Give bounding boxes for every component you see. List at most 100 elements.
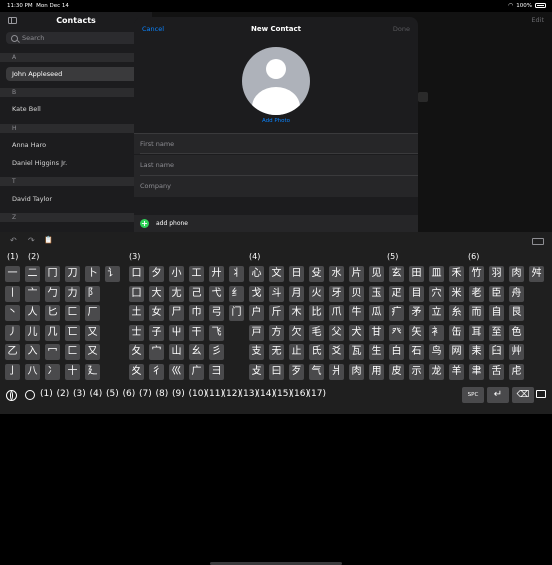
radical-key[interactable]: 爪 <box>329 305 344 321</box>
radical-key[interactable]: 艮 <box>509 305 524 321</box>
radical-key[interactable]: 匚 <box>65 344 80 360</box>
radical-key[interactable]: 纟 <box>229 285 244 302</box>
redo-icon[interactable]: ↷ <box>28 236 35 245</box>
radical-key[interactable]: 匚 <box>65 305 80 321</box>
radical-key[interactable]: 山 <box>169 344 184 360</box>
radical-key[interactable]: 网 <box>449 344 464 360</box>
radical-key[interactable]: 匕 <box>45 305 60 321</box>
radical-key[interactable]: 毛 <box>309 324 324 341</box>
number-key[interactable]: (9) <box>172 389 185 399</box>
radical-key[interactable]: 鸟 <box>429 344 444 360</box>
number-key[interactable]: (17) <box>308 389 326 399</box>
radical-key[interactable]: 米 <box>449 285 464 302</box>
radical-key[interactable]: 工 <box>189 266 204 282</box>
radical-key[interactable]: 耳 <box>469 324 484 341</box>
radical-key[interactable]: 巾 <box>189 305 204 321</box>
radical-key[interactable]: 羊 <box>449 363 464 380</box>
radical-key[interactable]: 口 <box>129 266 144 282</box>
radical-key[interactable]: 弓 <box>209 305 224 321</box>
radical-key[interactable]: 禾 <box>449 266 464 282</box>
radical-key[interactable]: 文 <box>269 266 284 282</box>
radical-key[interactable]: 水 <box>329 266 344 282</box>
add-phone-row[interactable]: + add phone <box>134 215 418 232</box>
radical-key[interactable]: 羽 <box>489 266 504 282</box>
paste-icon[interactable]: 📋 <box>44 236 53 244</box>
radical-key[interactable]: 二 <box>25 266 40 282</box>
radical-key[interactable]: 冂 <box>45 266 60 282</box>
radical-key[interactable]: 生 <box>369 344 384 360</box>
radical-key[interactable]: 耒 <box>469 344 484 360</box>
radical-key[interactable]: 用 <box>369 363 384 380</box>
radical-key[interactable]: 矢 <box>409 324 424 341</box>
radical-key[interactable]: 尸 <box>169 305 184 321</box>
radical-key[interactable]: 疋 <box>389 285 404 302</box>
radical-key[interactable]: 示 <box>409 363 424 380</box>
number-key[interactable]: (5) <box>106 389 119 399</box>
radical-key[interactable]: 十 <box>65 363 80 380</box>
radical-key[interactable]: 弋 <box>209 285 224 302</box>
radical-key[interactable]: 玉 <box>369 285 384 302</box>
radical-key[interactable]: 干 <box>189 324 204 341</box>
radical-key[interactable]: 儿 <box>25 324 40 341</box>
radical-key[interactable]: 竹 <box>469 266 484 282</box>
number-key[interactable]: (7) <box>139 389 152 399</box>
contact-row-anna-haro[interactable]: Anna Haro <box>0 141 152 149</box>
radical-key[interactable]: 大 <box>149 285 164 302</box>
radical-key[interactable]: 止 <box>289 344 304 360</box>
number-key[interactable]: (13) <box>240 389 258 399</box>
radical-key[interactable]: 彳 <box>149 363 164 380</box>
radical-key[interactable]: 屮 <box>169 324 184 341</box>
radical-key[interactable]: 女 <box>149 305 164 321</box>
number-key[interactable]: (1) <box>40 389 53 399</box>
radical-key[interactable]: 斗 <box>269 285 284 302</box>
radical-key[interactable]: 聿 <box>469 363 484 380</box>
radical-key[interactable]: 夂 <box>129 344 144 360</box>
radical-key[interactable]: 冫 <box>45 363 60 380</box>
delete-key[interactable]: ⌫ <box>512 387 534 403</box>
radical-key[interactable]: 丨 <box>5 285 20 302</box>
number-key[interactable]: (4) <box>90 389 103 399</box>
number-key[interactable]: (12) <box>223 389 241 399</box>
globe-icon[interactable] <box>6 390 17 401</box>
radical-key[interactable]: 曰 <box>269 363 284 380</box>
number-key[interactable]: (8) <box>156 389 169 399</box>
number-key[interactable]: (10) <box>189 389 207 399</box>
radical-key[interactable]: 至 <box>489 324 504 341</box>
radical-key[interactable]: 艸 <box>509 344 524 360</box>
number-key[interactable]: (14) <box>257 389 275 399</box>
radical-key[interactable]: 片 <box>349 266 364 282</box>
radical-key[interactable]: 乙 <box>5 344 20 360</box>
radical-key[interactable]: 力 <box>65 285 80 302</box>
space-key[interactable]: SPC <box>462 387 484 403</box>
radical-key[interactable]: 又 <box>85 324 100 341</box>
radical-key[interactable]: 肉 <box>349 363 364 380</box>
radical-key[interactable]: 宀 <box>149 344 164 360</box>
radical-key[interactable]: 日 <box>289 266 304 282</box>
add-photo-link[interactable]: Add Photo <box>134 118 418 124</box>
radical-key[interactable]: 支 <box>249 344 264 360</box>
radical-key[interactable]: 疒 <box>389 305 404 321</box>
radical-key[interactable]: 彡 <box>209 344 224 360</box>
radical-key[interactable]: 衤 <box>429 324 444 341</box>
undo-icon[interactable]: ↶ <box>10 236 17 245</box>
radical-key[interactable]: 臣 <box>489 285 504 302</box>
radical-key[interactable]: 缶 <box>449 324 464 341</box>
radical-key[interactable]: 比 <box>309 305 324 321</box>
radical-key[interactable]: 卜 <box>85 266 100 282</box>
radical-key[interactable]: 玄 <box>389 266 404 282</box>
radical-key[interactable]: 瓦 <box>349 344 364 360</box>
radical-key[interactable]: 自 <box>489 305 504 321</box>
radical-key[interactable]: 飞 <box>209 324 224 341</box>
radical-key[interactable]: 幺 <box>189 344 204 360</box>
number-key[interactable]: (2) <box>57 389 70 399</box>
number-key[interactable]: (11) <box>206 389 224 399</box>
number-key[interactable]: (6) <box>123 389 136 399</box>
radical-key[interactable]: 舌 <box>489 363 504 380</box>
radical-key[interactable]: 父 <box>329 324 344 341</box>
company-field[interactable]: Company <box>134 176 418 197</box>
radical-key[interactable]: 丬 <box>229 266 244 282</box>
radical-key[interactable]: 色 <box>509 324 524 341</box>
number-key[interactable]: (16) <box>291 389 309 399</box>
radical-key[interactable]: 欠 <box>289 324 304 341</box>
radical-key[interactable]: 犬 <box>349 324 364 341</box>
